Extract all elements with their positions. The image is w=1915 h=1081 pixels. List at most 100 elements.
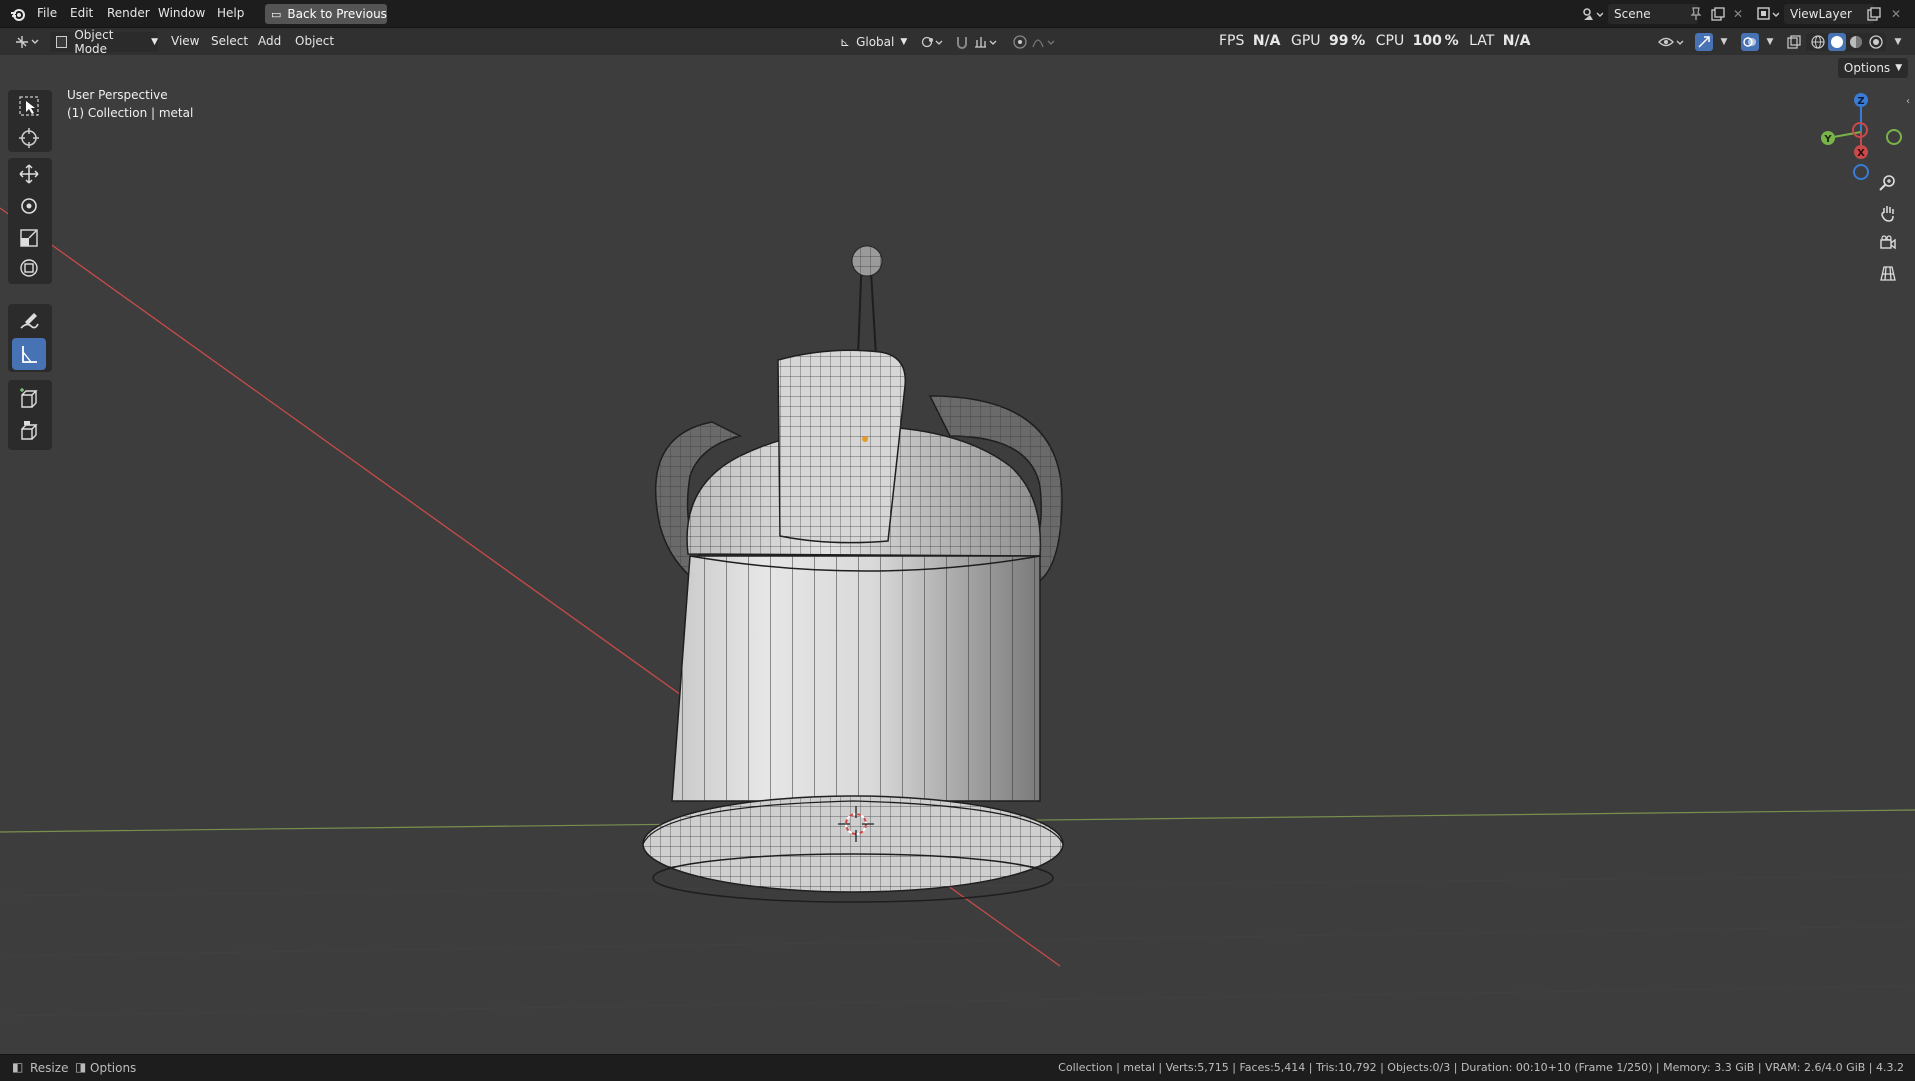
orientation-axes-icon: ⊾ [840, 35, 851, 49]
gizmo-neg-y-axis [1886, 129, 1902, 145]
mode-selector[interactable]: Object Mode ▼ [50, 28, 158, 56]
view-name: User Perspective [67, 88, 168, 102]
scene-selector-icon[interactable] [1578, 4, 1606, 24]
mode-label: Object Mode [74, 28, 114, 56]
gpu-value: 99 % [1328, 33, 1366, 49]
menu-help[interactable]: Help [217, 6, 244, 20]
gizmo-neg-z-axis [1853, 164, 1869, 180]
cpu-label: CPU [1375, 33, 1405, 49]
floor-grid [0, 875, 1915, 1017]
orientation-label: Global [856, 35, 895, 49]
editor-type-icon[interactable] [12, 32, 42, 52]
active-collection-label: (1) Collection | metal [67, 106, 194, 120]
solid-shading-icon[interactable] [1827, 32, 1847, 52]
menu-object[interactable]: Object [295, 34, 334, 48]
status-bar: ◧ Resize ◨ Options Collection | metal | … [0, 1054, 1915, 1081]
rendered-shading-icon[interactable] [1866, 32, 1886, 52]
shading-dropdown-icon[interactable]: ▼ [1888, 32, 1908, 52]
delete-scene-icon[interactable]: ✕ [1728, 4, 1748, 24]
toolbar-group-add [8, 380, 52, 450]
menu-view[interactable]: View [171, 34, 199, 48]
menu-render[interactable]: Render [107, 6, 150, 20]
3d-viewport[interactable]: User Perspective (1) Collection | metal [0, 56, 1915, 1054]
chevron-down-icon: ▼ [1895, 63, 1903, 73]
cursor-tool[interactable] [12, 122, 46, 154]
visibility-selectability-icon[interactable] [1656, 32, 1688, 52]
menu-select[interactable]: Select [211, 34, 248, 48]
gizmo-dropdown-icon[interactable]: ▼ [1714, 32, 1734, 52]
transform-orientation-selector[interactable]: ⊾ Global ▼ [834, 32, 912, 52]
add-cube-tool[interactable] [12, 382, 46, 414]
gizmo-y-label: Y [1823, 134, 1832, 145]
chevron-down-icon: ▼ [900, 37, 908, 47]
extrude-tool[interactable] [12, 414, 46, 446]
menu-file[interactable]: File [37, 6, 57, 20]
overlays-toggle-icon[interactable] [1740, 32, 1760, 52]
blender-logo-icon[interactable] [8, 4, 28, 24]
scale-tool[interactable] [12, 222, 46, 254]
status-options: Options [90, 1061, 137, 1075]
toolbar-group-transform [8, 158, 52, 284]
lat-value: N/A [1502, 33, 1531, 49]
toolbar-group-annotate [8, 304, 52, 372]
rotate-tool[interactable] [12, 190, 46, 222]
menu-edit[interactable]: Edit [70, 6, 93, 20]
gizmo-toggle-icon[interactable] [1694, 32, 1714, 52]
top-menubar: File Edit Render Window Help ▭ Back to P… [0, 0, 1915, 28]
new-scene-icon[interactable] [1708, 4, 1728, 24]
select-box-tool[interactable] [12, 90, 46, 122]
cpu-value: 100 % [1412, 33, 1459, 49]
view-layer-selector-icon[interactable] [1754, 4, 1782, 24]
delete-view-layer-icon[interactable]: ✕ [1886, 4, 1906, 24]
new-view-layer-icon[interactable] [1864, 4, 1884, 24]
snap-target-icon[interactable] [972, 32, 1002, 52]
measure-tool[interactable] [12, 338, 46, 370]
navigation-gizmo[interactable]: Z Y X [1816, 90, 1906, 180]
snap-toggle-icon[interactable] [952, 32, 972, 52]
object-mode-icon [56, 36, 68, 48]
annotate-tool[interactable] [12, 306, 46, 338]
transform-tool[interactable] [12, 252, 46, 284]
fps-value: N/A [1252, 33, 1281, 49]
scene-name-field[interactable]: Scene [1608, 4, 1698, 24]
lat-label: LAT [1469, 33, 1495, 49]
screen-icon: ▭ [271, 7, 282, 21]
fps-label: FPS [1219, 33, 1245, 49]
pivot-point-icon[interactable] [918, 32, 948, 52]
material-preview-shading-icon[interactable] [1846, 32, 1866, 52]
camera-view-icon[interactable] [1873, 228, 1903, 258]
chevron-down-icon: ▼ [151, 37, 158, 47]
menu-window[interactable]: Window [158, 6, 205, 20]
falloff-icon[interactable] [1030, 32, 1060, 52]
menu-add[interactable]: Add [258, 34, 281, 48]
overlays-dropdown-icon[interactable]: ▼ [1760, 32, 1780, 52]
pin-icon[interactable] [1686, 4, 1706, 24]
performance-stats: FPS N/A GPU 99 % CPU 100 % LAT N/A [1219, 33, 1530, 49]
viewport-header: Object Mode ▼ View Select Add Object ⊾ G… [0, 28, 1915, 56]
mouse-left-icon: ◧ [12, 1060, 24, 1074]
gizmo-z-label: Z [1857, 96, 1864, 107]
object-origin-dot [862, 436, 868, 442]
scene-name: Scene [1614, 7, 1651, 21]
gpu-label: GPU [1290, 33, 1321, 49]
back-to-previous-button[interactable]: ▭ Back to Previous [265, 4, 387, 24]
gizmo-x-label: X [1857, 148, 1865, 159]
zoom-icon[interactable] [1873, 168, 1903, 198]
viewport-canvas [0, 207, 1915, 1017]
back-to-previous-label: Back to Previous [287, 7, 387, 21]
wireframe-shading-icon[interactable] [1808, 32, 1828, 52]
xray-toggle-icon[interactable] [1784, 32, 1804, 52]
toolbar-group-select [8, 90, 52, 152]
status-resize: Resize [30, 1061, 69, 1075]
mouse-right-icon: ◨ [75, 1060, 87, 1074]
proportional-editing-icon[interactable] [1010, 32, 1030, 52]
pan-hand-icon[interactable] [1873, 198, 1903, 228]
move-tool[interactable] [12, 158, 46, 190]
view-layer-name-field[interactable]: ViewLayer [1784, 4, 1874, 24]
view-layer-name: ViewLayer [1790, 7, 1852, 21]
perspective-ortho-grid-icon[interactable] [1873, 258, 1903, 288]
sidebar-toggle-icon[interactable]: ‹ [1906, 96, 1910, 107]
scene-statistics: Collection | metal | Verts:5,715 | Faces… [1058, 1061, 1904, 1074]
options-dropdown[interactable]: Options ▼ [1838, 58, 1908, 78]
options-label: Options [1843, 61, 1891, 75]
